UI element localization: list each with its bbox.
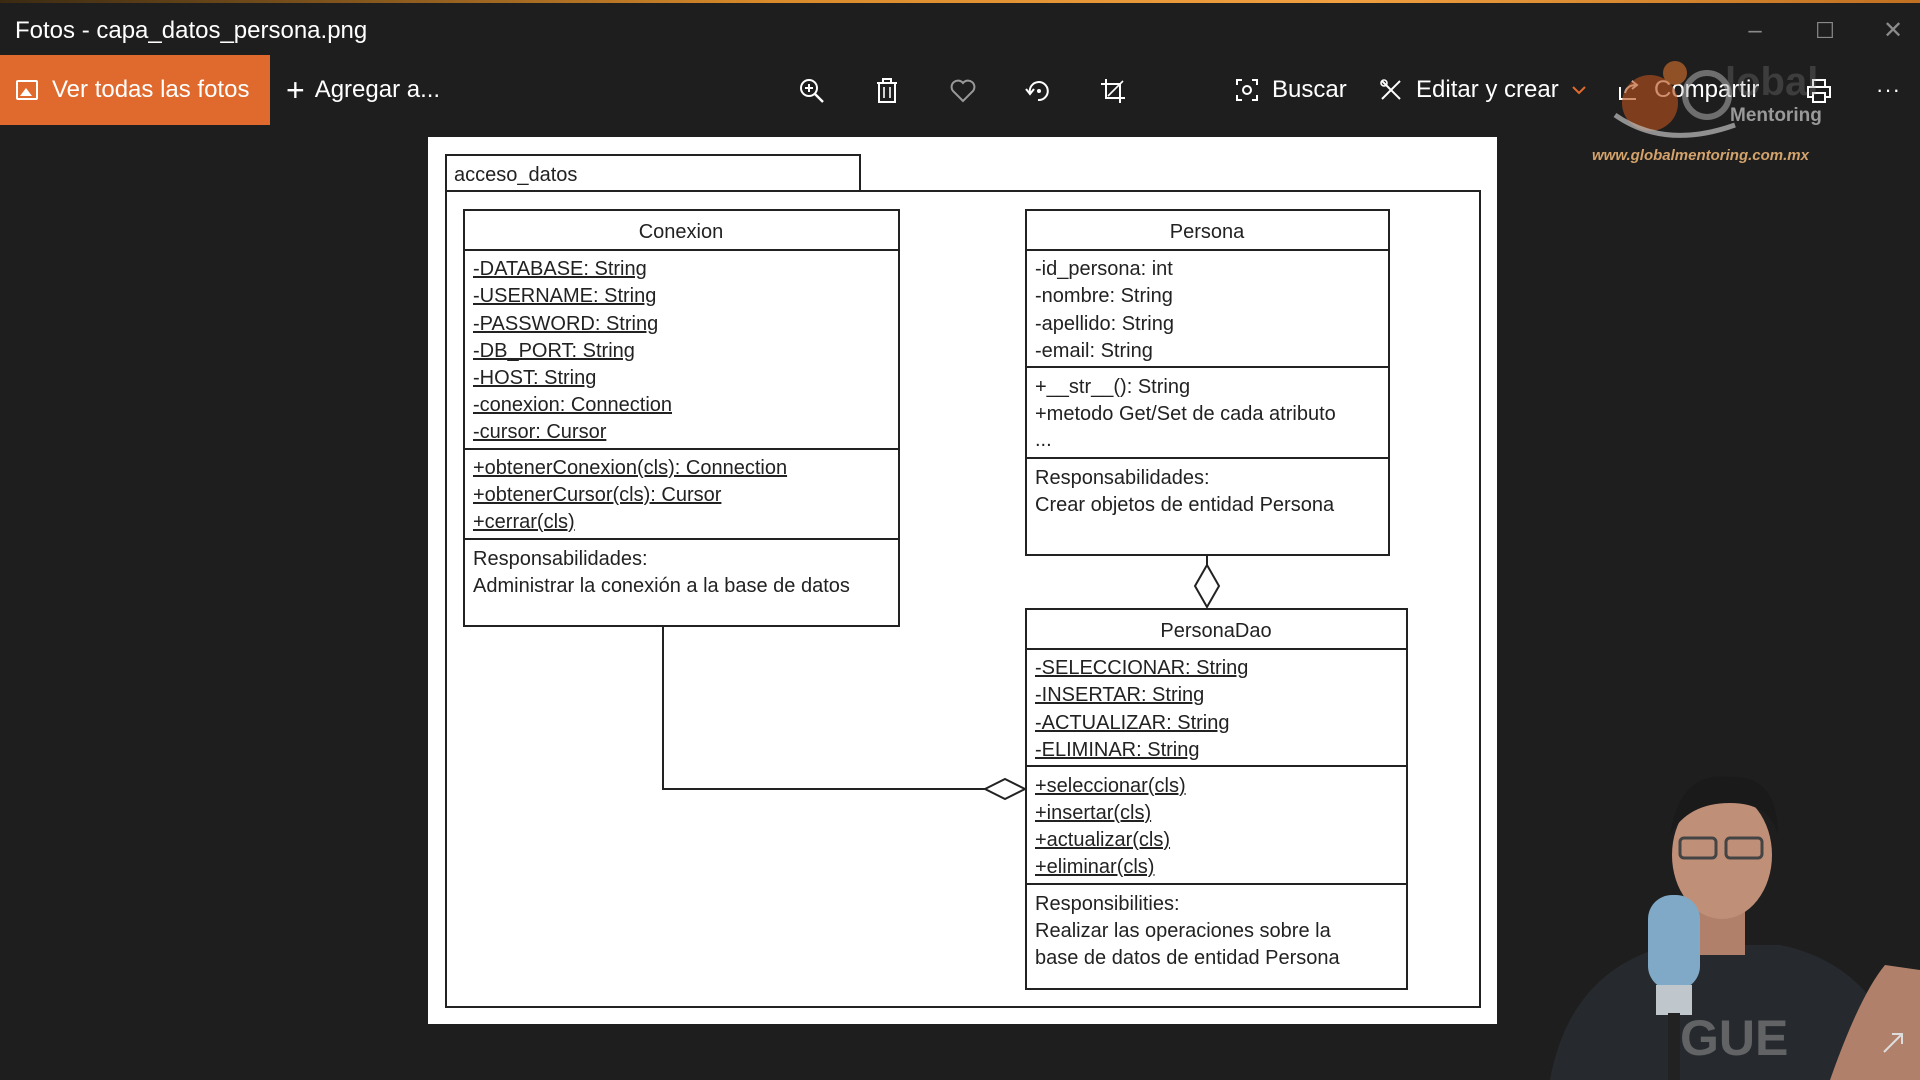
personadao-attribute: -SELECCIONAR: String: [1035, 657, 1248, 679]
persona-responsibility-title: Responsabilidades:: [1035, 467, 1210, 489]
minimize-button[interactable]: –: [1735, 13, 1775, 49]
zoom-in-icon: [800, 79, 824, 103]
view-all-photos-label: Ver todas las fotos: [52, 76, 250, 103]
persona-responsibility-line: Crear objetos de entidad Persona: [1035, 494, 1335, 516]
aggregation-diamond-conexion: [982, 777, 1028, 801]
persona-method: +__str__(): String: [1035, 376, 1190, 398]
association-line-conexion: [662, 626, 985, 790]
webcam-overlay: GUE: [1530, 755, 1920, 1080]
add-to-button[interactable]: + Agregar a...: [286, 55, 440, 125]
add-to-label: Agregar a...: [314, 76, 441, 103]
crop-icon: [1101, 79, 1125, 103]
personadao-method: +seleccionar(cls): [1035, 775, 1186, 797]
conexion-attribute: -DATABASE: String: [473, 258, 647, 280]
watermark-url: www.globalmentoring.com.mx: [1592, 147, 1809, 164]
window-title: Fotos - capa_datos_persona.png: [15, 17, 368, 44]
plus-icon: +: [286, 71, 305, 108]
delete-button[interactable]: [867, 71, 907, 111]
svg-text:GUE: GUE: [1680, 1010, 1788, 1066]
trash-icon: [877, 78, 897, 103]
persona-attribute: -id_persona: int: [1035, 258, 1173, 280]
personadao-responsibility-title: Responsibilities:: [1035, 893, 1180, 915]
conexion-method: +obtenerConexion(cls): Connection: [473, 457, 787, 479]
photo-canvas: acceso_datos Conexion -DATABASE: String …: [428, 137, 1497, 1024]
persona-attribute: -apellido: String: [1035, 313, 1174, 335]
conexion-attribute: -PASSWORD: String: [473, 313, 658, 335]
rotate-icon: [1025, 81, 1049, 102]
conexion-attribute: -cursor: Cursor: [473, 421, 607, 443]
class-name-persona: Persona: [1170, 221, 1245, 243]
personadao-responsibility-line: Realizar las operaciones sobre la: [1035, 920, 1332, 942]
edit-create-button[interactable]: Editar y crear: [1378, 55, 1587, 125]
personadao-method: +actualizar(cls): [1035, 829, 1170, 851]
chevron-down-icon: [1572, 86, 1586, 95]
persona-method: +metodo Get/Set de cada atributo: [1035, 403, 1336, 425]
persona-attribute: -email: String: [1035, 340, 1153, 362]
visual-search-icon: [1236, 79, 1258, 101]
conexion-responsibility-line: Administrar la conexión a la base de dat…: [473, 575, 850, 597]
personadao-attribute: -INSERTAR: String: [1035, 684, 1204, 706]
uml-class-diagram: acceso_datos Conexion -DATABASE: String …: [445, 154, 1481, 1008]
personadao-method: +eliminar(cls): [1035, 856, 1154, 878]
personadao-attribute: -ELIMINAR: String: [1035, 739, 1199, 761]
personadao-responsibility-line: base de datos de entidad Persona: [1035, 947, 1341, 969]
conexion-responsibility-title: Responsabilidades:: [473, 548, 648, 570]
conexion-attribute: -HOST: String: [473, 367, 596, 389]
title-bar: Fotos - capa_datos_persona.png – ☐ ✕: [0, 3, 1920, 55]
search-button[interactable]: Buscar: [1234, 55, 1347, 125]
persona-method: ...: [1035, 429, 1052, 451]
class-name-personadao: PersonaDao: [1160, 620, 1271, 642]
conexion-method: +cerrar(cls): [473, 511, 575, 533]
personadao-attribute: -ACTUALIZAR: String: [1035, 712, 1229, 734]
conexion-method: +obtenerCursor(cls): Cursor: [473, 484, 722, 506]
edit-create-label: Editar y crear: [1416, 76, 1559, 103]
aggregation-diamond-persona: [1193, 562, 1221, 610]
more-options-button[interactable]: ···: [1876, 55, 1901, 125]
rotate-button[interactable]: [1018, 71, 1058, 111]
personadao-method: +insertar(cls): [1035, 802, 1151, 824]
search-label: Buscar: [1272, 76, 1347, 103]
presenter-video: GUE: [1530, 755, 1920, 1080]
photos-icon: [16, 80, 38, 100]
maximize-button[interactable]: ☐: [1805, 13, 1845, 49]
expand-icon[interactable]: [1880, 1030, 1906, 1056]
edit-icon: [1380, 79, 1401, 100]
watermark-brand: Mentoring: [1730, 105, 1822, 126]
crop-button[interactable]: [1093, 71, 1133, 111]
conexion-attribute: -DB_PORT: String: [473, 340, 635, 362]
class-name-conexion: Conexion: [639, 221, 724, 243]
favorite-button[interactable]: [943, 71, 983, 111]
close-button[interactable]: ✕: [1873, 13, 1913, 49]
persona-attribute: -nombre: String: [1035, 285, 1173, 307]
view-all-photos-button[interactable]: Ver todas las fotos: [0, 55, 270, 125]
zoom-button[interactable]: [792, 71, 832, 111]
package-name: acceso_datos: [454, 164, 577, 186]
svg-text:lobal: lobal: [1725, 60, 1818, 104]
heart-icon: [950, 79, 976, 103]
conexion-attribute: -conexion: Connection: [473, 394, 672, 416]
conexion-attribute: -USERNAME: String: [473, 285, 656, 307]
